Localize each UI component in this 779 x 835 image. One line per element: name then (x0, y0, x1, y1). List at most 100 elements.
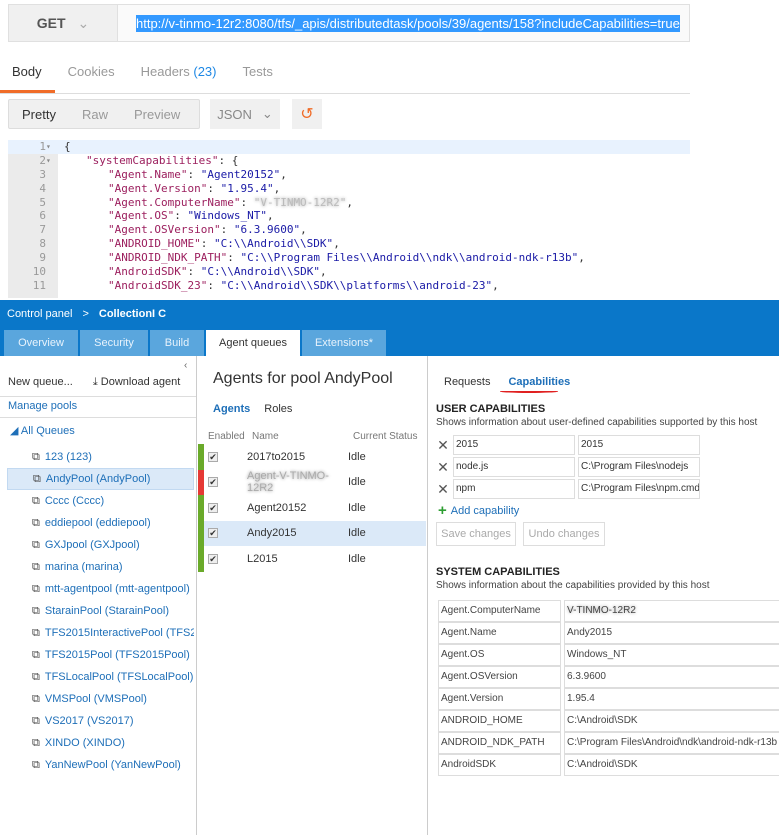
agent-name: Agent-V-TINMO-12R2 (247, 470, 329, 495)
json-value: "C:\\Android\\SDK" (213, 237, 334, 251)
queue-item[interactable]: ⧉ TFSLocalPool (TFSLocalPool) (7, 666, 194, 688)
fold-icon[interactable]: ▾ (46, 154, 51, 168)
queue-item[interactable]: ⧉ marina (marina) (7, 556, 194, 578)
capability-key-input[interactable]: 2015 (453, 435, 575, 455)
queue-item[interactable]: ⧉ eddiepool (eddiepool) (7, 512, 194, 534)
capability-value: C:\Program Files\Android\ndk\android-ndk… (564, 732, 779, 754)
manage-pools-link[interactable]: Manage pools (0, 396, 196, 418)
enabled-checkbox[interactable]: ✔ (208, 477, 218, 488)
queue-item[interactable]: ⧉ mtt-agentpool (mtt-agentpool) (7, 578, 194, 600)
user-capabilities-desc: Shows information about user-defined cap… (436, 417, 758, 428)
pool-icon: ⧉ (32, 604, 40, 617)
queue-tree: ◢ All Queues ⧉ 123 (123) ⧉ AndyPool (AndyPoo… (0, 424, 196, 776)
line-number: 3 (39, 167, 46, 181)
tab-headers[interactable]: Headers (23) (128, 58, 230, 93)
queue-item[interactable]: ⧉ GXJpool (GXJpool) (7, 534, 194, 556)
view-mode-preview[interactable]: Preview (121, 107, 193, 122)
tab-requests[interactable]: Requests (444, 376, 490, 388)
code-text: "Agent.Version": "1.95.4", (108, 181, 281, 195)
queue-item[interactable]: ⧉ AndyPool (AndyPool) (7, 468, 194, 490)
wrap-lines-button[interactable]: ↺ (292, 99, 322, 129)
agent-row[interactable]: ✔ Agent20152 Idle (198, 495, 426, 521)
column-status: Current Status (353, 431, 418, 442)
expand-icon[interactable]: ◢ (10, 425, 21, 437)
agent-row[interactable]: ✔ L2015 Idle (198, 546, 426, 572)
tab-capabilities[interactable]: Capabilities (508, 376, 570, 388)
json-key: "Agent.OSVersion" (108, 223, 221, 237)
tab-agent-queues[interactable]: Agent queues (206, 330, 300, 356)
add-capability-link[interactable]: + Add capability (438, 502, 519, 519)
queue-label: 123 (123) (44, 451, 92, 463)
capability-value-input[interactable]: C:\Program Files\npm.cmd (578, 479, 700, 499)
queue-item[interactable]: ⧉ YanNewPool (YanNewPool) (7, 754, 194, 776)
response-body[interactable]: 1 ▾{2 ▾ "systemCapabilities": {3 "Agent.Name… (8, 140, 690, 298)
tab-overview[interactable]: Overview (4, 330, 78, 356)
agent-row[interactable]: ✔ Agent-V-TINMO-12R2 Idle (198, 469, 426, 495)
tab-extensions-[interactable]: Extensions* (302, 330, 386, 356)
code-line: 11 "AndroidSDK_23": "C:\\Android\\SDK\\pl… (8, 279, 690, 293)
capability-key-input[interactable]: node.js (453, 457, 575, 477)
tfs-admin: Control panel > CollectionI C Overview Se… (0, 300, 779, 835)
tab-roles[interactable]: Roles (264, 403, 292, 415)
capability-value-input[interactable]: 2015 (578, 435, 700, 455)
enabled-checkbox[interactable]: ✔ (208, 528, 218, 539)
method-select[interactable]: GET ⌄ (8, 4, 118, 42)
capability-key-input[interactable]: npm (453, 479, 575, 499)
delete-icon[interactable]: ✕ (436, 481, 450, 498)
tab-body[interactable]: Body (0, 58, 55, 93)
queue-item[interactable]: ⧉ TFS2015Pool (TFS2015Pool) (7, 644, 194, 666)
breadcrumb-collection[interactable]: CollectionI C (99, 308, 166, 320)
queue-item[interactable]: ⧉ Cccc (Cccc) (7, 490, 194, 512)
delete-icon[interactable]: ✕ (436, 437, 450, 454)
capability-value-input[interactable]: C:\Program Files\nodejs (578, 457, 700, 477)
save-changes-button[interactable]: Save changes (436, 522, 516, 546)
queue-item[interactable]: ⧉ StarainPool (StarainPool) (7, 600, 194, 622)
delete-icon[interactable]: ✕ (436, 459, 450, 476)
queue-label: VS2017 (VS2017) (44, 715, 134, 727)
view-mode-raw[interactable]: Raw (69, 107, 121, 122)
pool-icon: ⧉ (32, 582, 40, 595)
capability-value: C:\Android\SDK (564, 754, 779, 776)
agent-name: L2015 (247, 552, 278, 565)
admin-tabs: Overview Security Build Agent queues Extensi… (0, 328, 779, 356)
line-number: 7 (39, 223, 46, 237)
new-queue-button[interactable]: New queue... (8, 376, 73, 389)
tab-tests[interactable]: Tests (230, 58, 286, 93)
tab-security[interactable]: Security (80, 330, 148, 356)
agent-row[interactable]: ✔ Andy2015 Idle (198, 520, 426, 546)
agent-row[interactable]: ✔ 2017to2015 Idle (198, 444, 426, 470)
breadcrumb-control-panel[interactable]: Control panel (7, 308, 72, 320)
format-select[interactable]: JSON ⌄ (210, 99, 280, 129)
agent-status: Idle (348, 450, 366, 463)
queues-sidebar: ‹ New queue... ⤓ Download agent Manage po… (0, 356, 197, 835)
queue-item[interactable]: ⧉ 123 (123) (7, 446, 194, 468)
tree-root-all-queues[interactable]: ◢ All Queues (0, 424, 196, 446)
tab-build[interactable]: Build (150, 330, 204, 356)
pool-icon: ⧉ (32, 538, 40, 551)
collapse-icon[interactable]: ‹ (184, 360, 187, 371)
enabled-checkbox[interactable]: ✔ (208, 451, 218, 462)
tab-agents[interactable]: Agents (213, 403, 250, 415)
line-number: 4 (39, 181, 46, 195)
queue-item[interactable]: ⧉ XINDO (XINDO) (7, 732, 194, 754)
queue-item[interactable]: ⧉ VS2017 (VS2017) (7, 710, 194, 732)
undo-changes-button[interactable]: Undo changes (523, 522, 605, 546)
tab-cookies[interactable]: Cookies (55, 58, 128, 93)
queue-item[interactable]: ⧉ VMSPool (VMSPool) (7, 688, 194, 710)
download-icon: ⤓ (92, 376, 98, 388)
code-line: 9 "ANDROID_NDK_PATH": "C:\\Program Files\… (8, 251, 690, 265)
line-number: 9 (39, 251, 46, 265)
url-input[interactable]: http://v-tinmo-12r2:8080/tfs/_apis/distr… (118, 4, 690, 42)
code-line: 6 "Agent.OS": "Windows_NT", (8, 209, 690, 223)
queue-label: XINDO (XINDO) (44, 737, 125, 749)
view-mode-pretty[interactable]: Pretty (9, 107, 69, 122)
code-text: "AndroidSDK_23": "C:\\Android\\SDK\\plat… (108, 278, 499, 292)
queue-item[interactable]: ⧉ TFS2015InteractivePool (TFS2015I... (7, 622, 194, 644)
fold-icon[interactable]: ▾ (46, 140, 51, 154)
tab-label: Cookies (67, 64, 115, 79)
capability-name: ANDROID_HOME (438, 710, 561, 732)
enabled-checkbox[interactable]: ✔ (208, 553, 218, 564)
enabled-checkbox[interactable]: ✔ (208, 502, 218, 513)
download-agent-button[interactable]: ⤓ Download agent (93, 376, 180, 389)
code-text: "AndroidSDK": "C:\\Android\\SDK", (108, 265, 327, 279)
